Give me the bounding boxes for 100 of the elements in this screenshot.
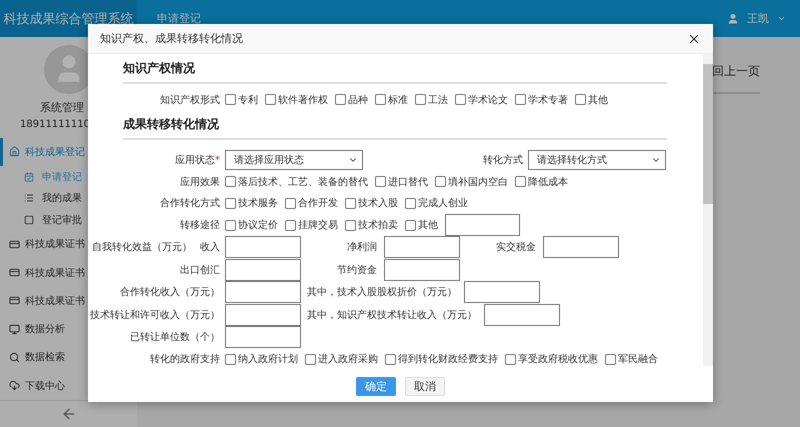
- checkbox[interactable]: [285, 220, 296, 231]
- checkbox-option[interactable]: 学术论文: [455, 92, 508, 107]
- checkbox[interactable]: [265, 94, 276, 106]
- checkbox-option[interactable]: 纳入政府计划: [225, 352, 298, 366]
- checkbox-option[interactable]: 其他: [575, 92, 608, 107]
- checkbox-option[interactable]: 军民融合: [605, 352, 658, 366]
- checkbox-option[interactable]: 填补国内空白: [435, 174, 508, 189]
- checkbox[interactable]: [225, 94, 236, 106]
- checkbox[interactable]: [605, 354, 616, 365]
- back-link[interactable]: 回上一页: [712, 63, 760, 80]
- checkbox-option[interactable]: 技术服务: [225, 196, 278, 210]
- checkbox[interactable]: [405, 220, 416, 231]
- checkbox[interactable]: [345, 198, 356, 209]
- collapse-arrow-icon[interactable]: [60, 406, 76, 422]
- checkbox-option[interactable]: 品种: [335, 92, 368, 107]
- checkbox[interactable]: [345, 220, 356, 231]
- input-field[interactable]: [225, 326, 301, 348]
- checkbox-option[interactable]: 挂牌交易: [285, 218, 338, 232]
- checkbox-option[interactable]: 其他: [405, 218, 438, 232]
- field-label: 已转让单位数（个）: [130, 330, 220, 344]
- checkbox[interactable]: [225, 220, 236, 231]
- field-label: 其中，知识产权技术转让收入（万元）: [307, 308, 477, 322]
- checkbox[interactable]: [405, 198, 416, 209]
- field-label: 节约资金: [336, 264, 377, 277]
- checkbox[interactable]: [385, 354, 396, 365]
- checkbox-option[interactable]: 学术专著: [515, 92, 568, 107]
- input-field[interactable]: [225, 236, 301, 258]
- card-icon: [9, 267, 20, 278]
- field-label: 转化的政府支持: [150, 352, 220, 366]
- nav-subitem[interactable]: 我的成果: [0, 187, 137, 209]
- checkbox[interactable]: [225, 354, 236, 365]
- nav-item[interactable]: 科技成果证书: [0, 258, 137, 287]
- checkbox[interactable]: [505, 354, 516, 365]
- list-icon: [24, 193, 34, 204]
- monitor-icon: [9, 324, 20, 335]
- other-input-field[interactable]: [445, 214, 520, 236]
- checkbox[interactable]: [415, 94, 426, 106]
- input-field[interactable]: [225, 304, 301, 326]
- square-icon: [24, 214, 34, 224]
- input-field[interactable]: [225, 258, 301, 281]
- field-label: 出口创汇: [180, 264, 220, 277]
- checkbox[interactable]: [575, 94, 586, 106]
- checkbox-option[interactable]: 合作开发: [285, 196, 338, 210]
- field-label: 应用状态*: [175, 154, 220, 167]
- user-name: 系统管理: [40, 100, 84, 114]
- input-field[interactable]: [484, 304, 560, 326]
- checkbox[interactable]: [515, 176, 526, 188]
- checkbox[interactable]: [375, 176, 386, 188]
- field-label: 转移途径: [180, 219, 220, 232]
- checkbox-option[interactable]: 专利: [225, 92, 258, 107]
- input-field[interactable]: [384, 258, 460, 281]
- input-field[interactable]: [384, 236, 460, 258]
- field-label: 技术转让和许可收入（万元）: [90, 308, 220, 322]
- checkbox-option[interactable]: 工法: [415, 92, 448, 107]
- field-label: 收入: [200, 240, 220, 254]
- user-phone: 18911111110: [20, 118, 90, 130]
- field-label: 合作转化收入（万元）: [120, 286, 220, 300]
- user-icon: [727, 12, 739, 24]
- checkbox-option[interactable]: 完成人创业: [405, 196, 468, 210]
- input-field[interactable]: [543, 236, 619, 258]
- nav-subitem[interactable]: 登记审批: [0, 208, 137, 230]
- field-label: 合作转化方式: [160, 196, 220, 210]
- checkbox-option[interactable]: 标准: [375, 92, 408, 107]
- field-label: 实交税金: [495, 240, 536, 254]
- cancel-button[interactable]: 取消: [405, 376, 445, 396]
- field-label: 转化方式: [482, 154, 523, 167]
- checkbox[interactable]: [285, 198, 296, 209]
- checkbox[interactable]: [225, 176, 236, 188]
- checkbox[interactable]: [375, 94, 386, 106]
- checkbox-option[interactable]: 软件著作权: [265, 92, 328, 107]
- field-label: 其中，技术入股股权折价（万元）: [307, 286, 457, 300]
- dropdown-select[interactable]: 请选择应用状态: [225, 150, 363, 170]
- checkbox[interactable]: [435, 176, 446, 188]
- home-icon: [9, 146, 20, 158]
- checkbox-option[interactable]: 进口替代: [375, 174, 428, 189]
- input-field[interactable]: [225, 281, 301, 304]
- checkbox-option[interactable]: 得到转化财政经费支持: [385, 352, 498, 366]
- checkbox-option[interactable]: 降低成本: [515, 174, 568, 189]
- scrollbar[interactable]: [703, 54, 713, 366]
- calendar-check-icon: [24, 172, 34, 182]
- field-label: 知识产权形式: [160, 94, 220, 107]
- card-icon: [9, 238, 20, 250]
- checkbox-option[interactable]: 技术入股: [345, 196, 398, 210]
- checkbox[interactable]: [305, 354, 316, 365]
- input-field[interactable]: [464, 281, 540, 304]
- checkbox-option[interactable]: 落后技术、工艺、装备的替代: [225, 174, 368, 189]
- checkbox[interactable]: [335, 94, 346, 106]
- checkbox[interactable]: [455, 94, 466, 106]
- checkbox[interactable]: [225, 198, 236, 209]
- nav-item[interactable]: 数据检索: [0, 343, 137, 372]
- chevron-down-icon[interactable]: [777, 14, 786, 23]
- checkbox-option[interactable]: 享受政府税收优惠: [505, 352, 598, 366]
- dropdown-select[interactable]: 请选择转化方式: [528, 150, 666, 170]
- checkbox-option[interactable]: 技术拍卖: [345, 218, 398, 232]
- checkbox-option[interactable]: 协议定价: [225, 218, 278, 232]
- checkbox[interactable]: [515, 94, 526, 106]
- checkbox-option[interactable]: 进入政府采购: [305, 352, 378, 366]
- card-icon: [9, 295, 20, 306]
- nav-item[interactable]: 下载中心: [0, 371, 137, 400]
- field-label: 自我转化效益（万元）: [92, 240, 192, 254]
